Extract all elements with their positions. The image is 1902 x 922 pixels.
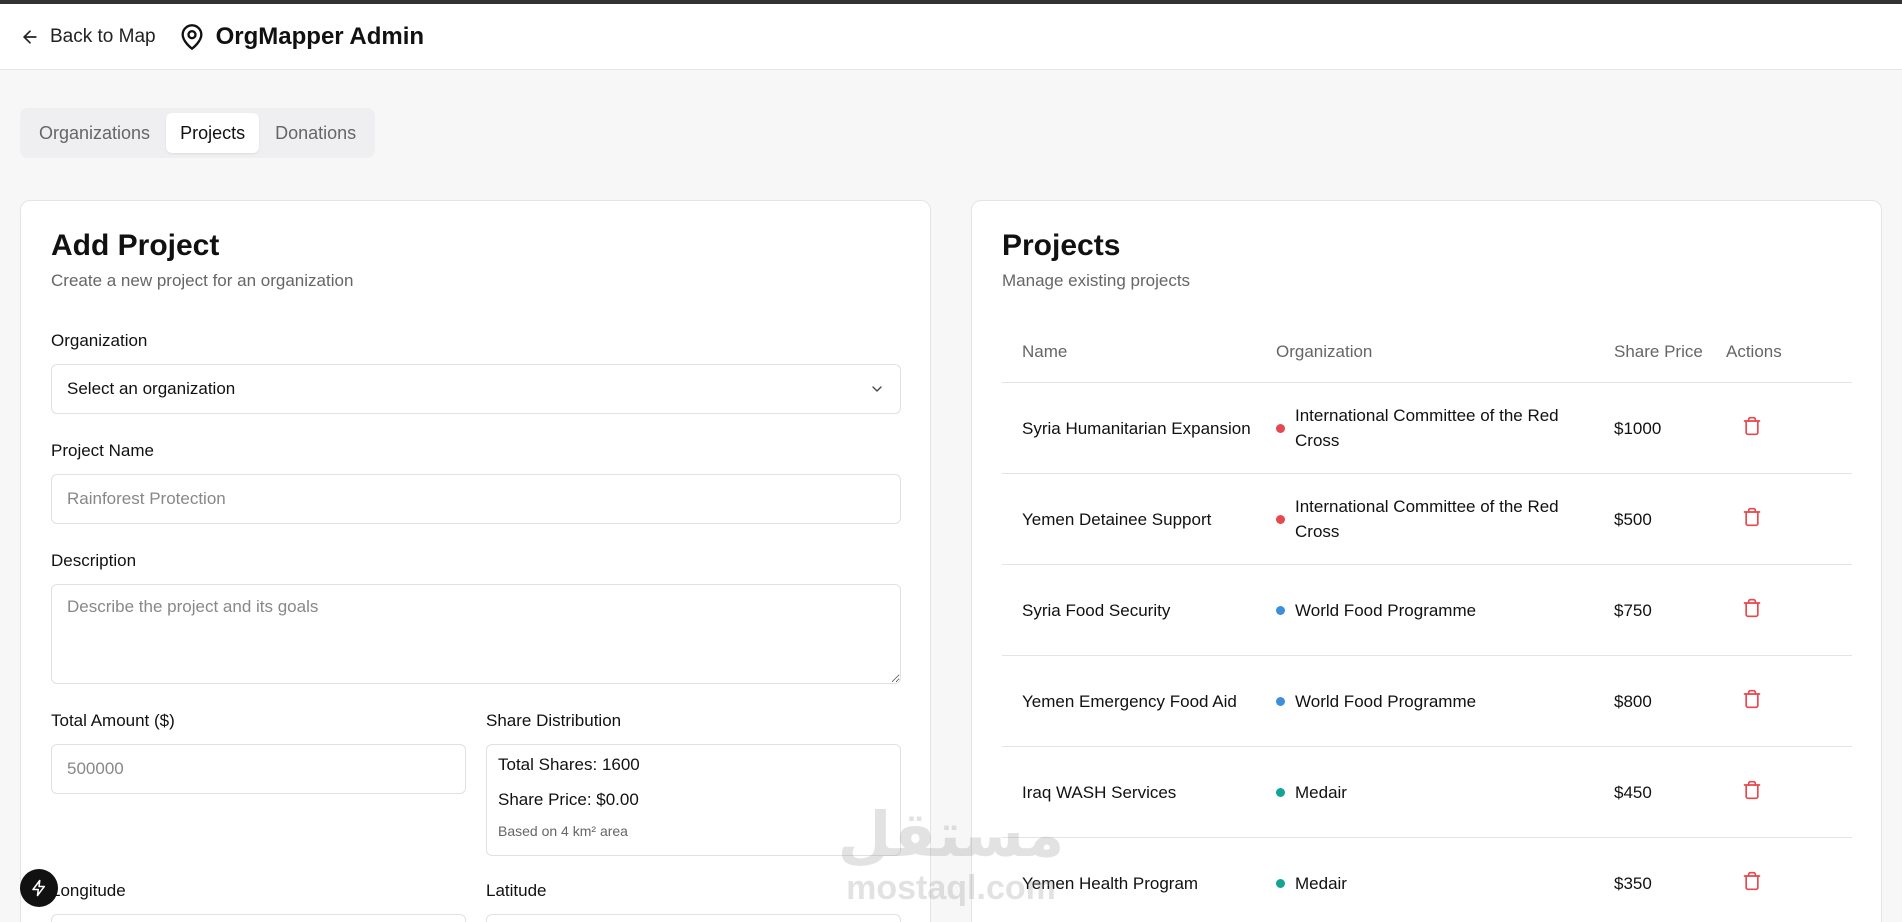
- app-header: Back to Map OrgMapper Admin: [0, 4, 1902, 70]
- organization-select-value: Select an organization: [67, 379, 236, 398]
- total-shares-text: Total Shares: 1600: [498, 755, 640, 774]
- organization-select[interactable]: Select an organization: [51, 364, 901, 414]
- description-textarea[interactable]: [51, 584, 901, 684]
- share-area-note: Based on 4 km² area: [498, 823, 628, 839]
- project-name-cell: Syria Humanitarian Expansion: [1022, 418, 1251, 438]
- organization-name: World Food Programme: [1295, 691, 1477, 711]
- organization-name: International Committee of the Red Cross: [1295, 497, 1559, 541]
- share-price-text: Share Price: $0.00: [498, 790, 639, 809]
- organization-cell: Medair: [1256, 780, 1602, 805]
- back-to-map-link[interactable]: Back to Map: [20, 26, 156, 48]
- table-row: Iraq WASH Services Medair $450: [1002, 747, 1852, 838]
- column-header-actions: Actions: [1726, 341, 1782, 361]
- table-header: Name Organization Share Price Actions: [1002, 321, 1852, 383]
- latitude-input[interactable]: [486, 914, 901, 922]
- organization-color-dot: [1276, 878, 1285, 888]
- actions-cell: [1726, 689, 1852, 714]
- admin-tabs: Organizations Projects Donations: [20, 108, 376, 158]
- organization-cell: Medair: [1256, 871, 1602, 896]
- app-title: OrgMapper Admin: [215, 22, 425, 50]
- organization-cell: International Committee of the Red Cross: [1256, 494, 1602, 544]
- share-price-cell: $1000: [1614, 418, 1662, 438]
- project-name-cell: Iraq WASH Services: [1022, 782, 1177, 802]
- organization-color-dot: [1276, 696, 1285, 706]
- trash-icon[interactable]: [1742, 507, 1762, 527]
- add-project-subtitle: Create a new project for an organization: [51, 271, 354, 290]
- total-amount-label: Total Amount ($): [51, 711, 175, 730]
- project-name-cell: Yemen Emergency Food Aid: [1022, 691, 1237, 711]
- description-label: Description: [51, 551, 137, 570]
- table-row: Yemen Detainee Support International Com…: [1002, 474, 1852, 565]
- projects-title: Projects: [1002, 229, 1121, 262]
- chevron-down-icon: [872, 386, 882, 392]
- table-row: Syria Food Security World Food Programme…: [1002, 565, 1852, 656]
- tab-organizations[interactable]: Organizations: [25, 113, 164, 153]
- organization-color-dot: [1276, 787, 1285, 797]
- actions-cell: [1726, 780, 1852, 805]
- projects-subtitle: Manage existing projects: [1002, 271, 1191, 290]
- trash-icon[interactable]: [1742, 416, 1762, 436]
- actions-cell: [1726, 416, 1852, 441]
- project-name-cell: Yemen Detainee Support: [1022, 509, 1212, 529]
- share-price-cell: $750: [1614, 600, 1652, 620]
- back-to-map-label: Back to Map: [50, 25, 156, 47]
- project-name-cell: Yemen Health Program: [1022, 873, 1199, 893]
- longitude-label: Longitude: [51, 881, 126, 900]
- brand: OrgMapper Admin: [178, 23, 424, 51]
- project-name-input[interactable]: [51, 474, 901, 524]
- actions-cell: [1726, 598, 1852, 623]
- trash-icon[interactable]: [1742, 689, 1762, 709]
- organization-cell: World Food Programme: [1256, 689, 1602, 714]
- lightning-bolt-icon: [32, 879, 45, 897]
- actions-cell: [1726, 871, 1852, 896]
- organization-cell: International Committee of the Red Cross: [1256, 403, 1602, 453]
- organization-color-dot: [1276, 514, 1285, 524]
- organization-name: Medair: [1295, 782, 1347, 802]
- share-price-cell: $450: [1614, 782, 1652, 802]
- latitude-label: Latitude: [486, 881, 547, 900]
- map-pin-icon: [181, 23, 203, 50]
- organization-name: World Food Programme: [1295, 600, 1477, 620]
- organization-name: International Committee of the Red Cross: [1295, 406, 1559, 450]
- share-price-cell: $800: [1614, 691, 1652, 711]
- add-project-title: Add Project: [51, 229, 220, 262]
- tab-projects[interactable]: Projects: [166, 113, 260, 153]
- table-row: Yemen Health Program Medair $350: [1002, 838, 1852, 922]
- longitude-input[interactable]: [51, 914, 466, 922]
- trash-icon[interactable]: [1742, 780, 1762, 800]
- projects-card: Projects Manage existing projects Name O…: [971, 200, 1882, 922]
- total-amount-input[interactable]: [51, 744, 466, 794]
- organization-label: Organization: [51, 331, 148, 350]
- organization-color-dot: [1276, 605, 1285, 615]
- trash-icon[interactable]: [1742, 871, 1762, 891]
- project-name-label: Project Name: [51, 441, 154, 460]
- organization-color-dot: [1276, 423, 1285, 433]
- trash-icon[interactable]: [1742, 598, 1762, 618]
- organization-cell: World Food Programme: [1256, 598, 1602, 623]
- share-price-cell: $350: [1614, 873, 1652, 893]
- share-distribution-box: Total Shares: 1600 Share Price: $0.00 Ba…: [486, 744, 901, 856]
- actions-cell: [1726, 507, 1852, 532]
- column-header-share-price: Share Price: [1614, 342, 1703, 361]
- share-price-cell: $500: [1614, 509, 1652, 529]
- share-distribution-label: Share Distribution: [486, 711, 622, 730]
- add-project-card: Add Project Create a new project for an …: [20, 200, 931, 922]
- floating-action-button[interactable]: [20, 869, 58, 907]
- tab-donations[interactable]: Donations: [261, 113, 370, 153]
- column-header-organization: Organization: [1276, 342, 1373, 361]
- table-row: Yemen Emergency Food Aid World Food Prog…: [1002, 656, 1852, 747]
- arrow-left-icon: [23, 29, 37, 44]
- projects-table: Name Organization Share Price Actions Sy…: [1002, 321, 1852, 922]
- column-header-name: Name: [1022, 342, 1068, 361]
- organization-name: Medair: [1295, 873, 1347, 893]
- table-row: Syria Humanitarian Expansion Internation…: [1002, 383, 1852, 474]
- project-name-cell: Syria Food Security: [1022, 600, 1171, 620]
